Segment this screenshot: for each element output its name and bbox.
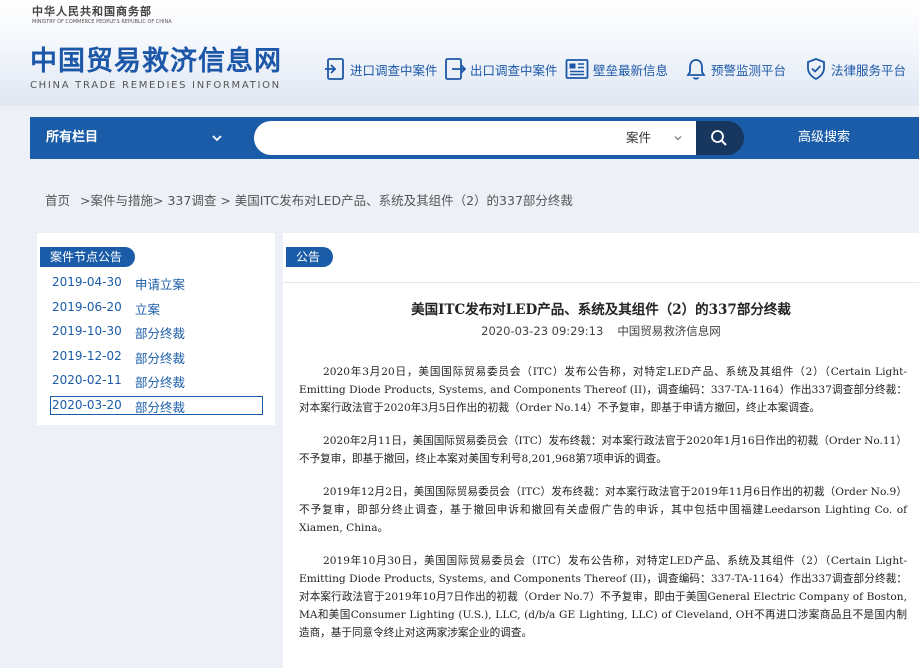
ministry-name-en: MINISTRY OF COMMERCE PEOPLE'S REPUBLIC O… <box>32 19 172 25</box>
case-node-item-active[interactable]: 2020-03-20 部分终裁 <box>50 396 263 415</box>
nav-warning-platform[interactable]: 预警监测平台 <box>685 55 786 83</box>
case-node-label: 部分终裁 <box>135 351 186 366</box>
case-node-item[interactable]: 2020-02-11 部分终裁 <box>50 371 263 390</box>
case-node-item[interactable]: 2019-12-02 部分终裁 <box>50 347 263 366</box>
case-node-label: 申请立案 <box>135 277 186 292</box>
search-input[interactable] <box>254 121 624 155</box>
case-node-date: 2020-02-11 <box>52 373 122 387</box>
article-panel: 公告 美国ITC发布对LED产品、系统及其组件（2）的337部分终裁 2020-… <box>283 233 919 668</box>
site-header: 中华人民共和国商务部 MINISTRY OF COMMERCE PEOPLE'S… <box>0 0 919 106</box>
nav-label: 壁垒最新信息 <box>593 62 669 78</box>
nav-import-cases[interactable]: 进口调查中案件 <box>324 55 438 83</box>
case-node-item[interactable]: 2019-04-30 申请立案 <box>50 273 263 292</box>
case-node-item[interactable]: 2019-10-30 部分终裁 <box>50 322 263 341</box>
article-paragraph: 2019年10月30日，美国国际贸易委员会（ITC）发布公告称，对特定LED产品… <box>299 555 907 639</box>
case-node-date: 2019-04-30 <box>52 275 122 289</box>
case-node-label: 部分终裁 <box>135 326 186 341</box>
divider <box>283 282 919 283</box>
search-bar: 所有栏目 案件 高级搜索 <box>30 117 919 159</box>
breadcrumb-cases-measures[interactable]: 案件与措施 <box>90 193 153 208</box>
case-nodes-title: 案件节点公告 <box>40 247 136 267</box>
case-node-label: 立案 <box>135 302 161 317</box>
breadcrumb-separator: > <box>80 193 91 208</box>
all-categories-dropdown[interactable]: 所有栏目 <box>46 117 98 159</box>
case-node-date: 2019-12-02 <box>52 349 122 363</box>
article-paragraph: 2020年3月20日，美国国际贸易委员会（ITC）发布公告称，对特定LED产品、… <box>299 366 907 414</box>
case-node-label: 部分终裁 <box>135 400 186 415</box>
chevron-down-icon[interactable] <box>210 131 224 145</box>
case-node-date: 2020-03-20 <box>52 398 122 412</box>
search-button[interactable] <box>696 121 744 155</box>
case-node-date: 2019-06-20 <box>52 300 122 314</box>
article-datetime: 2020-03-23 09:29:13 <box>481 324 604 338</box>
newspaper-icon <box>565 59 589 79</box>
document-in-icon <box>325 58 344 80</box>
breadcrumb-current: 美国ITC发布对LED产品、系统及其组件（2）的337部分终裁 <box>234 193 573 208</box>
bell-icon <box>686 59 706 80</box>
shield-check-icon <box>807 58 825 81</box>
article-title: 美国ITC发布对LED产品、系统及其组件（2）的337部分终裁 <box>411 302 791 318</box>
breadcrumb-separator: > <box>220 193 231 208</box>
nav-export-cases[interactable]: 出口调查中案件 <box>444 55 558 83</box>
case-nodes-panel: 案件节点公告 2019-04-30 申请立案 2019-06-20 立案 201… <box>37 233 275 425</box>
case-node-label: 部分终裁 <box>135 375 186 390</box>
breadcrumb-separator: > <box>153 193 164 208</box>
nav-legal-services[interactable]: 法律服务平台 <box>805 55 906 83</box>
nav-label: 进口调查中案件 <box>350 62 438 78</box>
ministry-name-cn: 中华人民共和国商务部 <box>32 5 152 18</box>
chevron-down-icon <box>674 136 682 141</box>
ministry-logo[interactable]: 中华人民共和国商务部 MINISTRY OF COMMERCE PEOPLE'S… <box>32 3 172 25</box>
case-node-item[interactable]: 2019-06-20 立案 <box>50 298 263 317</box>
article-paragraph: 2019年12月2日，美国国际贸易委员会（ITC）发布终裁：对本案行政法官于20… <box>299 486 907 534</box>
article-section-tag: 公告 <box>286 247 334 267</box>
search-type-value: 案件 <box>626 130 652 145</box>
breadcrumb-home[interactable]: 首页 <box>45 193 70 208</box>
site-title-cn: 中国贸易救济信息网 <box>30 46 282 77</box>
document-out-icon <box>445 58 466 80</box>
nav-label: 预警监测平台 <box>711 62 787 78</box>
nav-label: 法律服务平台 <box>831 62 907 78</box>
site-title-en: CHINA TRADE REMEDIES INFORMATION <box>30 80 281 91</box>
article-body: 2020年3月20日，美国国际贸易委员会（ITC）发布公告称，对特定LED产品、… <box>299 363 907 657</box>
search-icon <box>711 130 727 146</box>
advanced-search-link[interactable]: 高级搜索 <box>798 117 850 159</box>
site-logo[interactable]: 中国贸易救济信息网 CHINA TRADE REMEDIES INFORMATI… <box>30 46 282 91</box>
article-meta: 2020-03-23 09:29:13 中国贸易救济信息网 <box>283 323 919 339</box>
breadcrumb-337-investigation[interactable]: 337调查 <box>167 193 216 208</box>
article-source: 中国贸易救济信息网 <box>617 324 721 338</box>
nav-label: 出口调查中案件 <box>470 62 558 78</box>
case-node-date: 2019-10-30 <box>52 324 122 338</box>
search-type-select[interactable]: 案件 <box>624 121 696 155</box>
breadcrumb: 首页 >案件与措施> 337调查 > 美国ITC发布对LED产品、系统及其组件（… <box>45 190 573 209</box>
article-paragraph: 2020年2月11日，美国国际贸易委员会（ITC）发布终裁：对本案行政法官于20… <box>299 435 907 465</box>
nav-barrier-news[interactable]: 壁垒最新信息 <box>565 55 668 83</box>
